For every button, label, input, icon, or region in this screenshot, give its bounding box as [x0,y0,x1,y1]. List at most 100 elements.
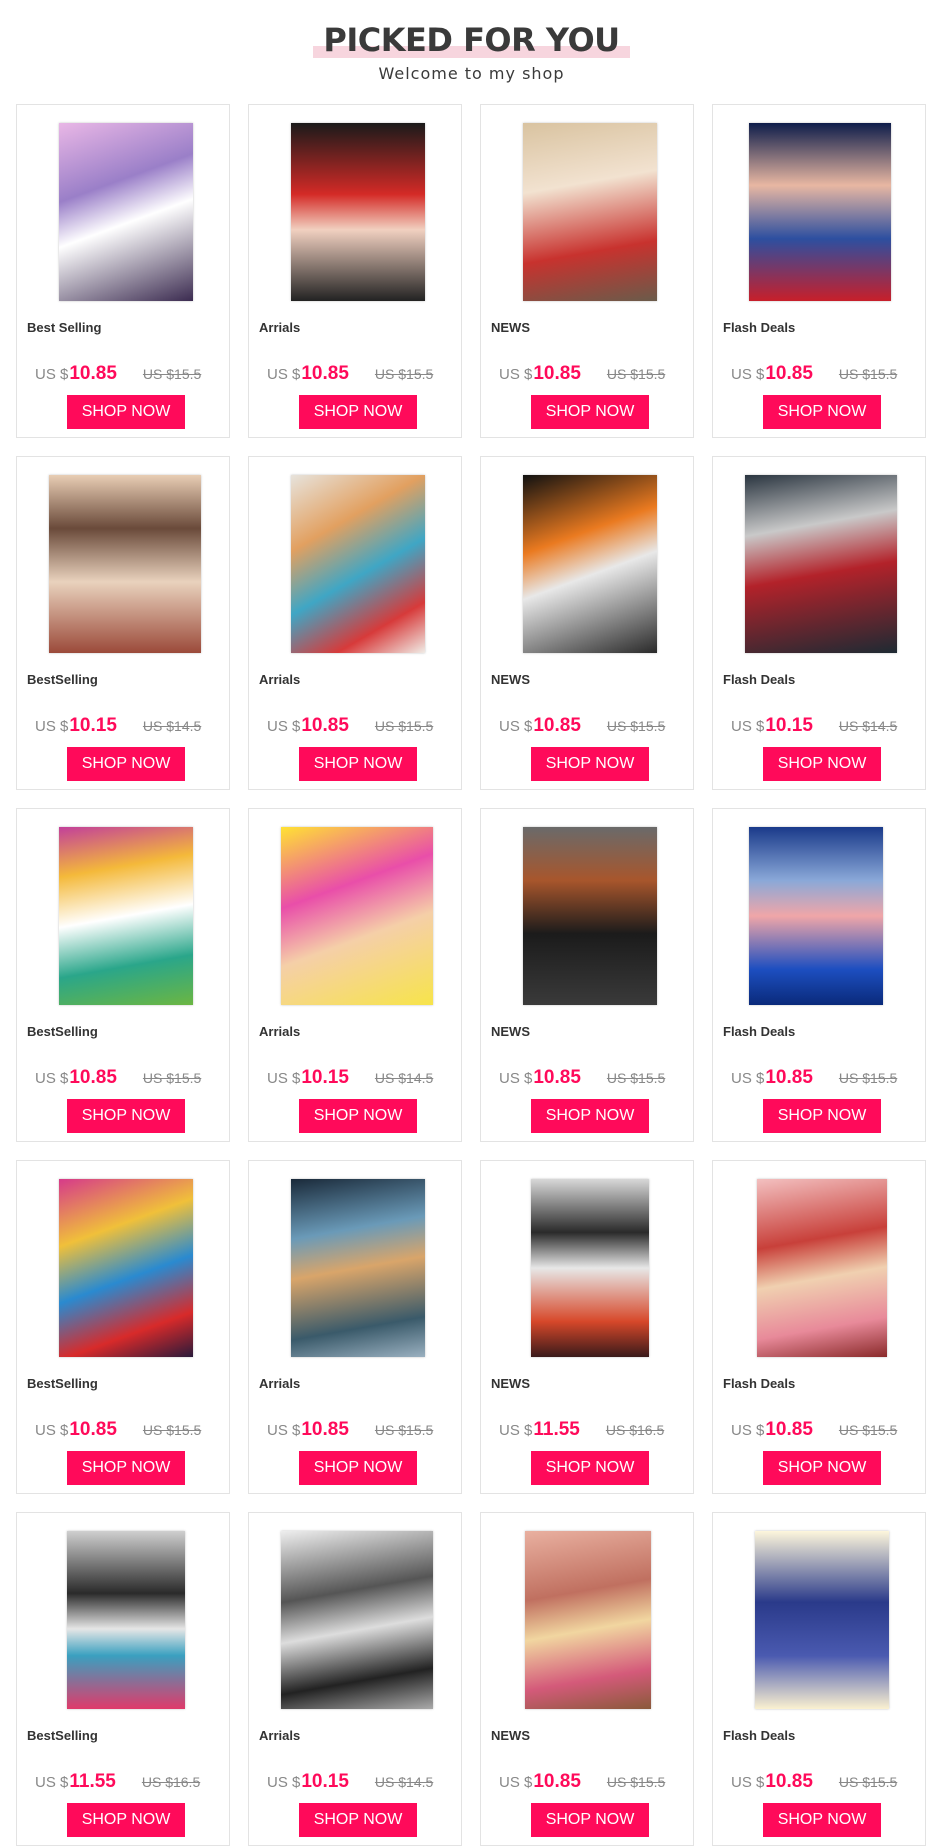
product-card[interactable]: BestSelling US $10.15 US $14.5 SHOP NOW [16,456,230,790]
original-price: US $15.5 [374,366,434,382]
product-price: US $10.85 US $15.5 [731,1067,897,1089]
product-image[interactable] [523,123,657,301]
product-card[interactable]: BestSelling US $10.85 US $15.5 SHOP NOW [16,808,230,1142]
shop-now-button[interactable]: SHOP NOW [67,747,185,781]
product-price: US $11.55 US $16.5 [35,1771,200,1793]
product-image[interactable] [49,475,201,653]
product-image[interactable] [59,123,193,301]
shop-now-button[interactable]: SHOP NOW [67,1099,185,1133]
product-card[interactable]: NEWS US $10.85 US $15.5 SHOP NOW [480,1512,694,1846]
product-image[interactable] [281,1531,433,1709]
shop-now-button[interactable]: SHOP NOW [67,395,185,429]
shop-now-button[interactable]: SHOP NOW [763,1451,881,1485]
product-image[interactable] [281,827,433,1005]
product-image[interactable] [523,475,657,653]
product-price: US $10.85 US $15.5 [267,715,433,737]
product-price: US $10.85 US $15.5 [35,1067,201,1089]
price-amount: 11.55 [533,1419,580,1440]
product-card[interactable]: NEWS US $11.55 US $16.5 SHOP NOW [480,1160,694,1494]
shop-now-button[interactable]: SHOP NOW [531,747,649,781]
original-price: US $15.5 [606,718,666,734]
shop-now-button[interactable]: SHOP NOW [531,1451,649,1485]
original-price: US $14.5 [142,718,202,734]
price-currency: US $ [731,1774,765,1791]
product-card[interactable]: Arrials US $10.15 US $14.5 SHOP NOW [248,808,462,1142]
shop-now-button[interactable]: SHOP NOW [763,1803,881,1837]
product-category: Arrials [259,1024,301,1039]
product-card[interactable]: Flash Deals US $10.85 US $15.5 SHOP NOW [712,104,926,438]
shop-now-button[interactable]: SHOP NOW [531,1099,649,1133]
product-category: NEWS [491,1024,530,1039]
product-image[interactable] [291,123,425,301]
shop-now-button[interactable]: SHOP NOW [299,747,417,781]
product-image[interactable] [755,1531,889,1709]
product-card[interactable]: Arrials US $10.85 US $15.5 SHOP NOW [248,456,462,790]
price-amount: 10.85 [533,1067,581,1088]
price-currency: US $ [499,1422,533,1439]
shop-now-button[interactable]: SHOP NOW [763,747,881,781]
product-image[interactable] [749,123,891,301]
price-currency: US $ [267,366,301,383]
product-image[interactable] [59,1179,193,1357]
shop-now-button[interactable]: SHOP NOW [299,395,417,429]
product-card[interactable]: BestSelling US $11.55 US $16.5 SHOP NOW [16,1512,230,1846]
product-image[interactable] [757,1179,887,1357]
product-category: BestSelling [27,1728,98,1743]
product-price: US $10.15 US $14.5 [267,1771,433,1793]
product-card[interactable]: BestSelling US $10.85 US $15.5 SHOP NOW [16,1160,230,1494]
price-currency: US $ [35,366,69,383]
shop-now-button[interactable]: SHOP NOW [67,1451,185,1485]
shop-now-button[interactable]: SHOP NOW [531,395,649,429]
product-card[interactable]: Arrials US $10.15 US $14.5 SHOP NOW [248,1512,462,1846]
product-image[interactable] [531,1179,649,1357]
product-price: US $10.85 US $15.5 [731,1419,897,1441]
product-card[interactable]: Flash Deals US $10.85 US $15.5 SHOP NOW [712,808,926,1142]
price-amount: 10.85 [69,1419,117,1440]
product-category: BestSelling [27,1376,98,1391]
price-amount: 10.15 [765,715,813,736]
price-amount: 10.15 [301,1067,349,1088]
product-image[interactable] [749,827,883,1005]
product-card[interactable]: Best Selling US $10.85 US $15.5 SHOP NOW [16,104,230,438]
product-category: Flash Deals [723,320,796,335]
product-image[interactable] [291,475,425,653]
shop-now-button[interactable]: SHOP NOW [299,1451,417,1485]
product-card[interactable]: Flash Deals US $10.85 US $15.5 SHOP NOW [712,1512,926,1846]
product-card[interactable]: NEWS US $10.85 US $15.5 SHOP NOW [480,104,694,438]
product-image[interactable] [291,1179,425,1357]
price-currency: US $ [499,718,533,735]
price-currency: US $ [731,718,765,735]
product-category: Flash Deals [723,1024,796,1039]
price-amount: 10.85 [69,363,117,384]
product-image[interactable] [523,827,657,1005]
product-price: US $10.85 US $15.5 [267,363,433,385]
shop-now-button[interactable]: SHOP NOW [763,1099,881,1133]
shop-now-button[interactable]: SHOP NOW [67,1803,185,1837]
shop-now-button[interactable]: SHOP NOW [299,1099,417,1133]
product-image[interactable] [745,475,897,653]
price-amount: 10.85 [765,1419,813,1440]
product-category: Arrials [259,320,301,335]
product-card[interactable]: Arrials US $10.85 US $15.5 SHOP NOW [248,1160,462,1494]
product-card[interactable]: NEWS US $10.85 US $15.5 SHOP NOW [480,456,694,790]
shop-now-button[interactable]: SHOP NOW [763,395,881,429]
product-image[interactable] [67,1531,185,1709]
price-amount: 10.85 [301,715,349,736]
shop-now-button[interactable]: SHOP NOW [299,1803,417,1837]
product-card[interactable]: NEWS US $10.85 US $15.5 SHOP NOW [480,808,694,1142]
price-currency: US $ [731,1070,765,1087]
original-price: US $15.5 [606,1070,666,1086]
price-currency: US $ [731,1422,765,1439]
price-amount: 10.85 [533,715,581,736]
product-image[interactable] [525,1531,651,1709]
product-category: Flash Deals [723,672,796,687]
product-image[interactable] [59,827,193,1005]
price-currency: US $ [731,366,765,383]
product-card[interactable]: Arrials US $10.85 US $15.5 SHOP NOW [248,104,462,438]
product-card[interactable]: Flash Deals US $10.15 US $14.5 SHOP NOW [712,456,926,790]
original-price: US $15.5 [142,366,202,382]
price-amount: 10.85 [765,1771,813,1792]
shop-now-button[interactable]: SHOP NOW [531,1803,649,1837]
product-card[interactable]: Flash Deals US $10.85 US $15.5 SHOP NOW [712,1160,926,1494]
price-amount: 10.85 [765,363,813,384]
